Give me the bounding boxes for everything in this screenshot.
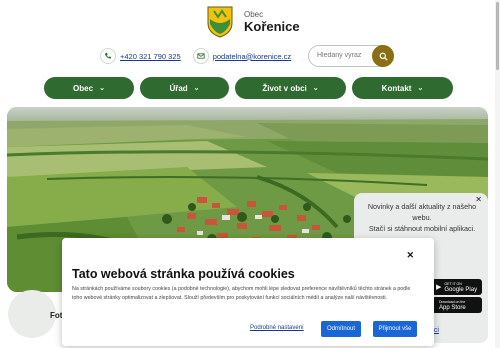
cookie-settings-link[interactable]: Podrobné nastavení <box>250 325 304 331</box>
org-name: Kořenice <box>244 18 300 34</box>
coat-of-arms-icon <box>207 6 233 38</box>
chevron-down-icon: ⌄ <box>99 85 105 92</box>
chevron-down-icon: ⌄ <box>312 85 319 92</box>
nav-item-obec[interactable]: Obec ⌄ <box>44 77 134 99</box>
reject-button[interactable]: Odmítnout <box>321 321 361 337</box>
mail-icon <box>192 48 209 64</box>
nav-item-urad[interactable]: Úřad ⌄ <box>140 77 229 99</box>
cookie-description: Na stránkách používáme soubory cookies (… <box>72 286 411 301</box>
google-play-icon: ▶ <box>436 284 442 291</box>
phone-link[interactable]: +420 321 790 325 <box>120 52 181 61</box>
accept-all-button[interactable]: Přijmout vše <box>373 321 417 337</box>
email-link[interactable]: podatelna@korenice.cz <box>213 52 292 61</box>
app-store-label: App Store <box>439 305 466 311</box>
site-logo[interactable]: Obec Kořenice <box>206 5 300 38</box>
app-promo-line-2: Stačí si stáhnout mobilní aplikaci. <box>368 224 476 233</box>
close-icon[interactable]: ✕ <box>406 250 414 261</box>
app-promo-text: Novinky a další aktuality z našeho webu.… <box>360 201 484 234</box>
nav-item-label: Obec <box>73 83 94 93</box>
cookie-title: Tato webová stránka používá cookies <box>72 267 295 281</box>
chevron-down-icon: ⌄ <box>417 85 424 92</box>
google-play-button[interactable]: ▶ GET IT ON Google Play <box>432 279 482 295</box>
nav-item-label: Kontakt <box>381 83 412 93</box>
scrollbar-thumb[interactable] <box>496 2 499 70</box>
cookie-dialog: ✕ Tato webová stránka používá cookies Na… <box>62 238 434 346</box>
search-button[interactable] <box>372 45 394 67</box>
search-box <box>308 45 394 67</box>
app-promo-line-1: Novinky a další aktuality z našeho webu. <box>367 202 477 222</box>
nav-item-zivot-v-obci[interactable]: Život v obci ⌄ <box>235 77 346 99</box>
nav-item-label: Život v obci <box>262 83 307 93</box>
search-input[interactable] <box>317 52 367 59</box>
google-play-label: Google Play <box>444 287 478 293</box>
scrollbar[interactable] <box>495 0 500 348</box>
phone-icon <box>100 48 116 64</box>
contact-row: +420 321 790 325 podatelna@korenice.cz <box>100 48 291 64</box>
section-thumbnail <box>8 290 56 338</box>
nav-item-kontakt[interactable]: Kontakt ⌄ <box>352 77 453 99</box>
main-nav: Obec ⌄ Úřad ⌄ Život v obci ⌄ Kontakt ⌄ <box>44 77 459 99</box>
app-store-button[interactable]: Download on the App Store <box>432 297 482 313</box>
section-label[interactable]: Fot <box>50 311 62 320</box>
org-type: Obec <box>244 9 264 19</box>
search-icon <box>379 52 388 61</box>
chevron-down-icon: ⌄ <box>193 85 200 92</box>
nav-item-label: Úřad <box>169 83 188 93</box>
